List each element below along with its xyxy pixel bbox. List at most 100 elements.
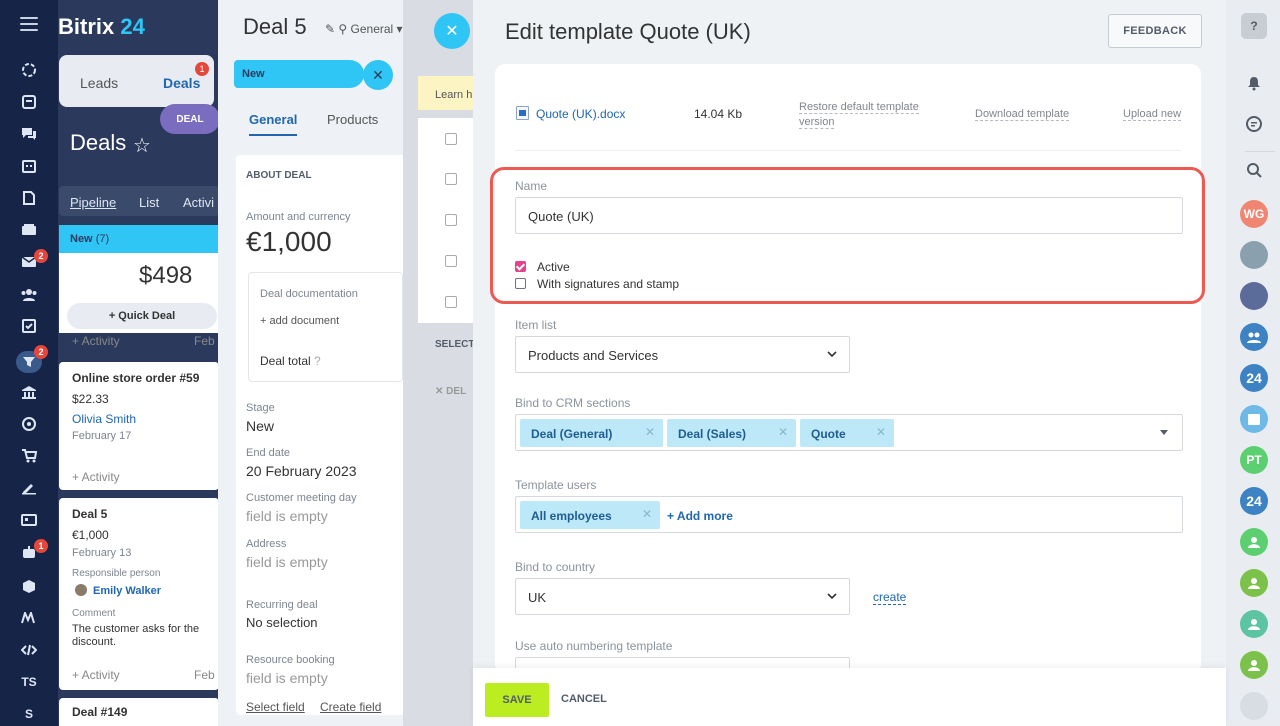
brand-logo[interactable]: Bitrix 24 (58, 14, 145, 40)
bind-crm-label: Bind to CRM sections (515, 396, 631, 410)
tab-leads[interactable]: Leads (80, 75, 118, 91)
recurring-value: No selection (246, 615, 318, 630)
cancel-button[interactable]: CANCEL (561, 693, 607, 705)
tab-general[interactable]: General (249, 112, 297, 127)
notifications-icon[interactable] (1240, 69, 1268, 97)
activity-link[interactable]: + Activity (72, 470, 120, 484)
group-icon[interactable] (1240, 528, 1268, 556)
select-field-link[interactable]: Select field (246, 700, 305, 714)
chat-bubble-icon[interactable] (1240, 110, 1268, 138)
sign-icon[interactable] (20, 480, 38, 496)
remove-tag-icon[interactable]: ✕ (778, 425, 788, 439)
row-checkbox[interactable] (445, 173, 457, 185)
tab-products[interactable]: Products (327, 112, 378, 127)
row-checkbox[interactable] (445, 296, 457, 308)
tasks-icon[interactable] (20, 318, 38, 334)
bitrix24-icon[interactable]: 24 (1240, 487, 1268, 515)
card-person[interactable]: Olivia Smith (72, 412, 136, 426)
create-field-link[interactable]: Create field (320, 700, 381, 714)
calendar-icon[interactable] (20, 158, 38, 174)
help-icon[interactable]: ? (314, 354, 321, 368)
tab-activities[interactable]: Activi (183, 195, 216, 210)
row-checkbox[interactable] (445, 255, 457, 267)
contact-card-icon[interactable] (20, 512, 38, 528)
card-title[interactable]: Deal #149 (72, 705, 127, 719)
m-logo-icon[interactable] (20, 610, 38, 626)
bitrix24-icon[interactable]: 24 (1240, 364, 1268, 392)
cart-icon[interactable] (20, 448, 38, 464)
menu-icon[interactable] (20, 17, 38, 31)
remove-tag-icon[interactable]: ✕ (645, 425, 655, 439)
feed-icon[interactable] (20, 94, 38, 110)
calendar-chat-icon[interactable] (1240, 405, 1268, 433)
activity-stream-icon[interactable] (20, 62, 38, 78)
tab-deals[interactable]: Deals (163, 75, 200, 91)
group-icon[interactable] (1240, 569, 1268, 597)
activity-link[interactable]: + Activity (72, 668, 120, 682)
quick-deal-button[interactable]: + Quick Deal (67, 303, 217, 329)
code-icon[interactable] (20, 642, 38, 658)
deal-pipeline-label[interactable]: ✎ ⚲ General ▾ (325, 22, 403, 36)
page-title: Edit template Quote (UK) (505, 19, 751, 44)
card-title[interactable]: Online store order #59 (72, 371, 199, 385)
deal-pill[interactable]: DEAL (160, 104, 220, 134)
group-icon[interactable] (1240, 610, 1268, 638)
deal-card[interactable]: Deal 5 €1,000 February 13 Responsible pe… (59, 498, 219, 690)
avatar-wg[interactable]: WG (1240, 200, 1268, 228)
remove-tag-icon[interactable]: ✕ (876, 425, 886, 439)
employees-icon[interactable] (20, 286, 38, 302)
add-document-link[interactable]: + add document (260, 315, 339, 327)
avatar-pt[interactable]: PT (1240, 446, 1268, 474)
activity-link[interactable]: + Activity (72, 334, 120, 348)
delete-button[interactable]: ✕ DEL (435, 386, 466, 397)
target-icon[interactable] (20, 416, 38, 432)
create-link[interactable]: create (873, 590, 907, 605)
s-label[interactable]: S (0, 707, 58, 721)
mail-badge: 2 (34, 249, 48, 263)
star-icon[interactable]: ☆ (133, 133, 151, 158)
feedback-button[interactable]: FEEDBACK (1108, 14, 1202, 48)
close-slider-icon[interactable]: ✕ (434, 13, 470, 49)
auto-numbering-label: Use auto numbering template (515, 639, 673, 653)
ts-label[interactable]: TS (0, 675, 58, 689)
resource-value: field is empty (246, 670, 328, 686)
remove-tag-icon[interactable]: ✕ (642, 507, 652, 521)
help-icon[interactable]: ? (1241, 13, 1267, 39)
group-icon[interactable] (1240, 651, 1268, 679)
item-list-select[interactable]: Products and Services (515, 336, 850, 373)
avatar[interactable] (1240, 692, 1268, 720)
crm-sections-select[interactable]: Deal (General) ✕ Deal (Sales) ✕ Quote ✕ (515, 414, 1183, 451)
company-icon[interactable] (20, 384, 38, 400)
crm-tag: Deal (Sales) ✕ (667, 419, 796, 447)
tab-pipeline[interactable]: Pipeline (70, 195, 116, 210)
tab-list[interactable]: List (139, 195, 159, 210)
dropdown-arrow-icon[interactable] (1160, 430, 1168, 436)
add-more-link[interactable]: + Add more (667, 509, 733, 523)
group-chat-icon[interactable] (1240, 323, 1268, 351)
search-icon[interactable] (1240, 156, 1268, 184)
recurring-label: Recurring deal (246, 599, 318, 611)
template-users-select[interactable]: All employees ✕ (515, 496, 1183, 533)
deal-title: Deal 5 (243, 14, 307, 39)
page-title: Deals (70, 130, 127, 155)
chat-icon[interactable] (20, 126, 38, 142)
file-name-link[interactable]: Quote (UK).docx (536, 107, 625, 121)
country-select[interactable]: UK (515, 578, 850, 615)
save-button[interactable]: SAVE (485, 683, 549, 717)
card-title[interactable]: Deal 5 (72, 507, 107, 521)
deal-card[interactable]: Deal #149 (59, 698, 219, 726)
card-person[interactable]: Emily Walker (93, 585, 161, 597)
row-checkbox[interactable] (445, 214, 457, 226)
box-icon[interactable] (20, 578, 38, 594)
restore-default-link[interactable]: Restore default template version (799, 100, 939, 130)
row-checkbox[interactable] (445, 133, 457, 145)
avatar[interactable] (1240, 241, 1268, 269)
feb-label: Feb (194, 334, 215, 348)
close-icon[interactable]: ✕ (363, 60, 393, 90)
drive-icon[interactable] (20, 222, 38, 238)
upload-new-link[interactable]: Upload new (1123, 108, 1182, 121)
documents-icon[interactable] (20, 190, 38, 206)
avatar[interactable] (1240, 282, 1268, 310)
download-template-link[interactable]: Download template (975, 108, 1070, 121)
divider (1245, 151, 1275, 152)
